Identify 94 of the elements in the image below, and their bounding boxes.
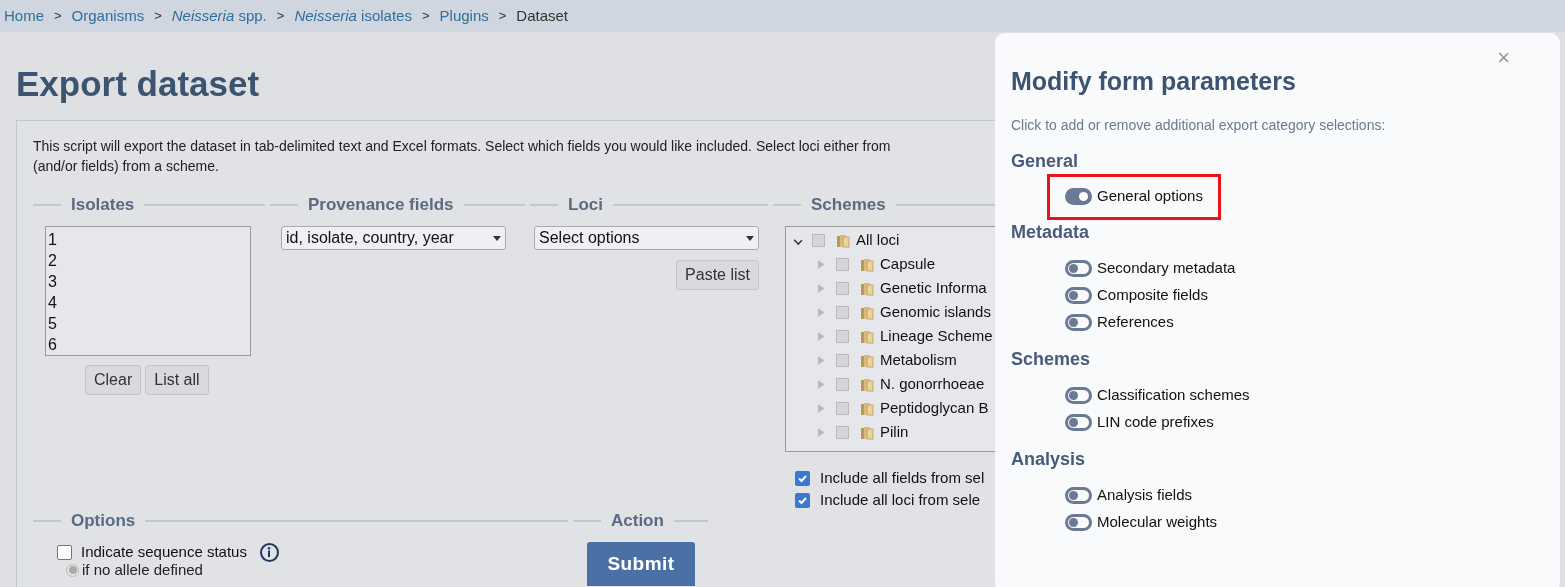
caret-icon (493, 235, 501, 241)
expand-icon[interactable] (818, 427, 826, 437)
tree-item-label[interactable]: Pilin (880, 420, 909, 444)
section-heading: General (1011, 149, 1079, 173)
checkbox[interactable] (57, 544, 72, 560)
folder-icon (859, 400, 875, 416)
toggle-switch[interactable] (1065, 514, 1092, 531)
toggle-switch[interactable] (1065, 260, 1092, 277)
toggle-switch[interactable] (1065, 414, 1092, 431)
tree-item-label[interactable]: N. gonorrhoeae (880, 372, 985, 396)
button[interactable]: Paste list (676, 260, 759, 290)
list-textarea[interactable]: 1 2 3 4 5 6 (45, 226, 251, 356)
section-heading: Metadata (1011, 220, 1090, 244)
checkbox-label: Include all fields from sel (820, 467, 985, 488)
tree-item-label[interactable]: Capsule (880, 252, 936, 276)
checkbox[interactable] (836, 377, 849, 391)
tree-item-label[interactable]: Metabolism (880, 348, 957, 372)
checkbox-label: Indicate sequence status (81, 541, 247, 562)
section-legend: Action (611, 508, 664, 534)
modal-title: Modify form parameters (1011, 66, 1296, 97)
tree-item-label[interactable]: Lineage Scheme (880, 324, 993, 348)
button[interactable]: List all (145, 365, 209, 395)
tree-item-label[interactable]: Peptidoglycan B (880, 396, 989, 420)
expand-icon[interactable] (818, 259, 826, 269)
toggle-label[interactable]: References (1097, 311, 1174, 334)
toggle-label[interactable]: Secondary metadata (1097, 257, 1236, 280)
separator: > (421, 7, 430, 26)
checkbox[interactable] (836, 257, 849, 271)
tree-item-label[interactable]: All loci (856, 228, 900, 252)
toggle-switch[interactable] (1065, 287, 1092, 304)
folder-icon (859, 376, 875, 392)
section-legend: Provenance fields (308, 192, 454, 218)
expand-icon[interactable] (818, 403, 826, 413)
button[interactable]: Clear (85, 365, 142, 395)
toggle-label[interactable]: Analysis fields (1097, 484, 1193, 507)
caret-icon (746, 235, 754, 241)
breadcrumb-link[interactable]: Plugins (439, 4, 489, 28)
breadcrumb-link[interactable]: Neisseria spp. (171, 4, 267, 28)
tree-item-label[interactable]: Genetic Informa (880, 276, 987, 300)
toggle-label[interactable]: LIN code prefixes (1097, 411, 1214, 434)
folder-icon (859, 280, 875, 296)
section-legend: Loci (568, 192, 603, 218)
checkbox-label: Include all loci from sele (820, 489, 981, 510)
toggle-label[interactable]: General options (1097, 185, 1203, 208)
toggle-label[interactable]: Molecular weights (1097, 511, 1218, 534)
checkbox[interactable] (836, 353, 849, 367)
expand-icon[interactable] (818, 355, 826, 365)
toggle-switch[interactable] (1065, 188, 1092, 205)
checkbox[interactable] (836, 329, 849, 343)
folder-icon (859, 256, 875, 272)
expand-icon[interactable] (818, 331, 826, 341)
intro-text: This script will export the dataset in tab-delimited text and Excel formats. Select which fields you would like included. Select loci either from (33, 137, 891, 156)
section-heading: Schemes (1011, 347, 1091, 371)
info-icon[interactable] (259, 542, 279, 562)
breadcrumb-link[interactable]: Organisms (71, 4, 145, 28)
folder-icon (859, 328, 875, 344)
folder-icon (859, 424, 875, 440)
checkbox[interactable] (836, 281, 849, 295)
toggle-label[interactable]: Classification schemes (1097, 384, 1250, 407)
toggle-switch[interactable] (1065, 314, 1092, 331)
section-legend: Isolates (71, 192, 135, 218)
expand-icon[interactable] (818, 379, 826, 389)
separator: > (154, 7, 162, 26)
expand-icon[interactable] (818, 283, 826, 293)
toggle-switch[interactable] (1065, 487, 1092, 504)
toggle-switch[interactable] (1065, 387, 1092, 404)
breadcrumb-link[interactable]: Home (4, 4, 44, 28)
folder-icon (859, 304, 875, 320)
select-dropdown[interactable]: id, isolate, country, year (281, 226, 506, 250)
intro-text: (and/or fields) from a scheme. (33, 157, 219, 176)
breadcrumb-link[interactable]: Neisseria isolates (294, 4, 412, 28)
section-legend: Schemes (811, 192, 886, 218)
section-legend: Options (71, 508, 136, 534)
checkbox[interactable] (836, 401, 849, 415)
radio-label: if no allele defined (82, 560, 203, 580)
checkbox[interactable] (812, 233, 825, 247)
checkbox[interactable] (795, 470, 810, 486)
checkbox[interactable] (836, 425, 849, 439)
section-heading: Analysis (1011, 447, 1086, 471)
checkbox[interactable] (836, 305, 849, 319)
select-dropdown[interactable]: Select options (534, 226, 759, 250)
folder-icon (835, 232, 851, 248)
toggle-label[interactable]: Composite fields (1097, 284, 1208, 307)
folder-icon (859, 352, 875, 368)
breadcrumb-current: Dataset (516, 5, 569, 26)
checkbox[interactable] (795, 492, 810, 508)
tree-item-label[interactable]: Genomic islands (880, 300, 991, 324)
modal-subtitle: Click to add or remove additional export category selections: (1011, 115, 1386, 135)
separator: > (54, 7, 62, 26)
expand-icon[interactable] (818, 307, 826, 317)
separator: > (498, 7, 507, 26)
page-title: Export dataset (16, 63, 260, 105)
submit-button[interactable]: Submit (587, 542, 695, 586)
separator: > (276, 7, 285, 26)
